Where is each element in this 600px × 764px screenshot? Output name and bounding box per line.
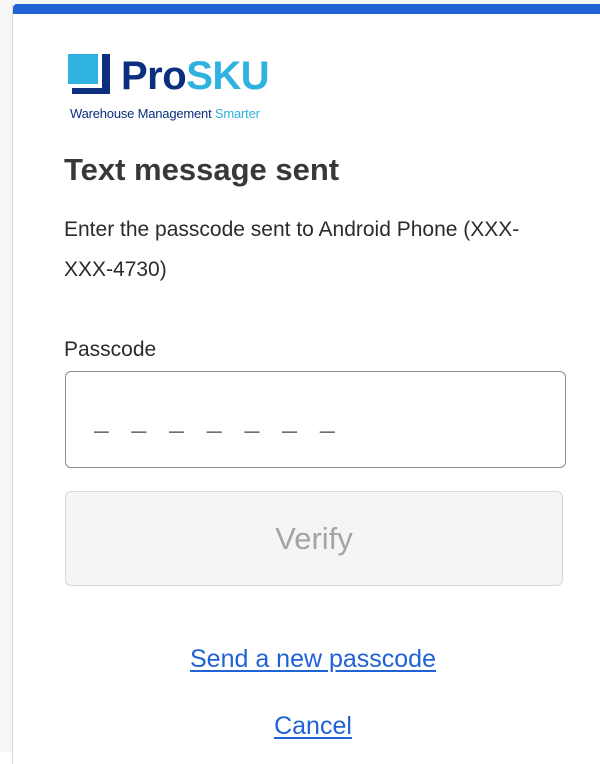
logo-tagline-accent: Smarter: [214, 106, 260, 121]
prosku-logo: ProSKU Warehouse Management Smarter: [68, 52, 288, 132]
send-new-passcode-link[interactable]: Send a new passcode: [13, 643, 600, 675]
logo-wordmark-sku: SKU: [186, 54, 270, 98]
passcode-label: Passcode: [64, 338, 157, 361]
logo-wordmark: ProSKU: [121, 52, 270, 100]
cancel-link[interactable]: Cancel: [13, 710, 600, 742]
logo-wordmark-pro: Pro: [121, 54, 187, 98]
passcode-input[interactable]: [65, 371, 566, 468]
auth-card: ProSKU Warehouse Management Smarter Text…: [12, 4, 600, 764]
verify-button[interactable]: Verify: [65, 491, 563, 586]
card-accent-bar: [13, 4, 600, 14]
logo-tagline-main: Warehouse Management: [70, 106, 212, 121]
passcode-instructions: Enter the passcode sent to Android Phone…: [64, 218, 520, 281]
logo-tagline: Warehouse Management Smarter: [70, 106, 260, 122]
prosku-logo-mark-icon: [68, 54, 110, 94]
page-title: Text message sent: [64, 152, 340, 187]
